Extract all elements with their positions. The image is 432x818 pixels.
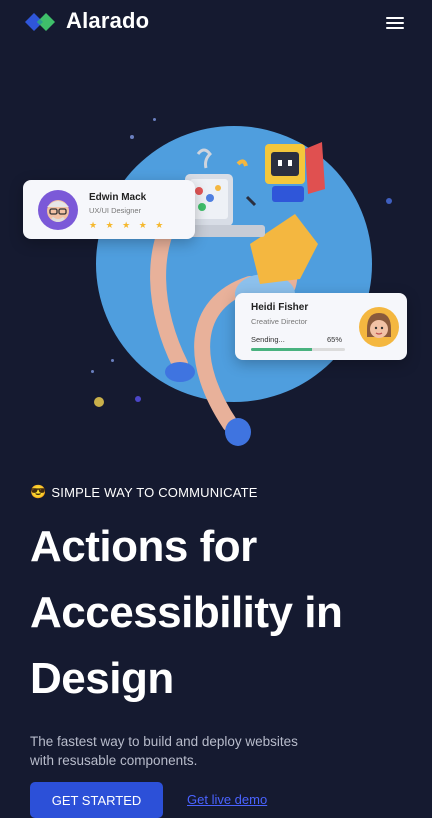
- user-card-edwin[interactable]: Edwin Mack UX/UI Designer ★ ★ ★ ★ ★: [23, 180, 195, 239]
- hero-content: 😎 SIMPLE WAY TO COMMUNICATE Actions for …: [30, 484, 410, 784]
- cta-row: GET STARTED Get live demo: [30, 782, 410, 818]
- get-started-button[interactable]: GET STARTED: [30, 782, 163, 818]
- diamond-logo-icon[interactable]: [25, 11, 55, 33]
- hamburger-icon[interactable]: [386, 14, 404, 30]
- site-header: Alarado: [0, 0, 432, 44]
- avatar: [38, 190, 78, 230]
- avatar: [359, 307, 399, 347]
- hero-illustration: Edwin Mack UX/UI Designer ★ ★ ★ ★ ★ Heid…: [0, 44, 432, 464]
- avatar-face-icon: [47, 200, 69, 222]
- avatar-face-icon: [367, 313, 391, 338]
- progress-bar: [251, 348, 345, 351]
- progress-bar-fill: [251, 348, 313, 351]
- decor-dot: [130, 135, 134, 139]
- sending-status: Sending...: [251, 335, 285, 344]
- user-role: Creative Director: [251, 317, 308, 326]
- rating-stars: ★ ★ ★ ★ ★: [89, 220, 167, 230]
- hero-subtitle: The fastest way to build and deploy webs…: [30, 734, 298, 768]
- decor-dot: [94, 397, 104, 407]
- user-name: Heidi Fisher: [251, 302, 309, 313]
- sunglasses-emoji-icon: 😎: [30, 484, 47, 499]
- brand-name[interactable]: Alarado: [66, 8, 149, 34]
- headline-line: Design: [30, 654, 174, 703]
- live-demo-link[interactable]: Get live demo: [187, 792, 267, 807]
- user-card-heidi[interactable]: Heidi Fisher Creative Director Sending..…: [235, 293, 407, 360]
- headline-line: Actions for: [30, 522, 257, 571]
- character-illustration: [150, 142, 325, 446]
- headline-line: Accessibility in: [30, 588, 343, 637]
- tagline-text: SIMPLE WAY TO COMMUNICATE: [51, 484, 258, 500]
- user-name: Edwin Mack: [89, 192, 147, 203]
- decor-dot: [386, 198, 392, 204]
- decor-dot: [91, 370, 94, 373]
- decor-dot: [111, 359, 114, 362]
- decor-dot: [135, 396, 141, 402]
- user-role: UX/UI Designer: [89, 206, 142, 215]
- tagline: 😎 SIMPLE WAY TO COMMUNICATE: [30, 484, 410, 500]
- progress-percent: 65%: [327, 335, 343, 344]
- page-title: Actions for Accessibility in Design: [30, 514, 410, 712]
